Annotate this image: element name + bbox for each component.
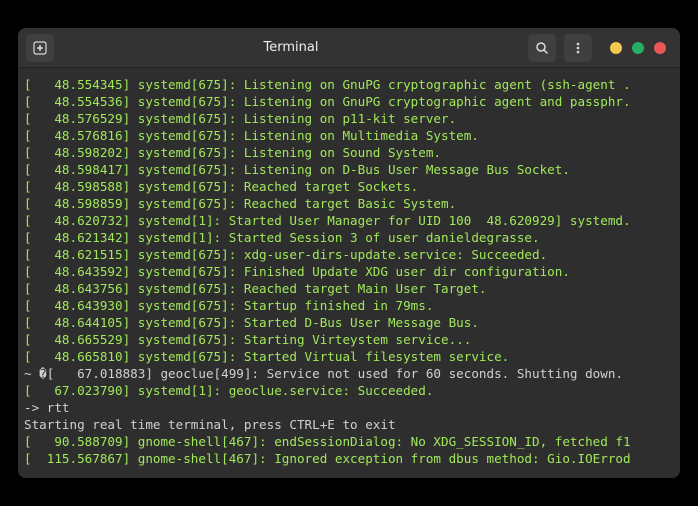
menu-icon <box>571 41 585 55</box>
search-icon <box>535 41 549 55</box>
minimize-button[interactable] <box>610 42 622 54</box>
log-line: [ 48.620732] systemd[1]: Started User Ma… <box>24 213 631 228</box>
log-line: [ 48.665810] systemd[675]: Started Virtu… <box>24 349 509 364</box>
log-line: [ 48.554536] systemd[675]: Listening on … <box>24 94 631 109</box>
terminal-output[interactable]: [ 48.554345] systemd[675]: Listening on … <box>18 68 680 478</box>
log-line: ~ �[ 67.018883] geoclue[499]: Service no… <box>24 366 623 381</box>
log-line: [ 48.598859] systemd[675]: Reached targe… <box>24 196 456 211</box>
log-line: [ 48.644105] systemd[675]: Started D-Bus… <box>24 315 479 330</box>
window-controls <box>610 42 666 54</box>
titlebar-right <box>528 34 672 62</box>
titlebar-left <box>26 34 54 62</box>
log-line: [ 48.621515] systemd[675]: xdg-user-dirs… <box>24 247 547 262</box>
titlebar: Terminal <box>18 28 680 68</box>
log-line: [ 48.598202] systemd[675]: Listening on … <box>24 145 441 160</box>
menu-button[interactable] <box>564 34 592 62</box>
log-line: [ 48.665529] systemd[675]: Starting Virt… <box>24 332 471 347</box>
log-line: [ 48.621342] systemd[1]: Started Session… <box>24 230 540 245</box>
search-button[interactable] <box>528 34 556 62</box>
log-line: [ 90.588709] gnome-shell[467]: endSessio… <box>24 434 631 449</box>
log-line: [ 48.643756] systemd[675]: Reached targe… <box>24 281 487 296</box>
log-line: [ 48.643930] systemd[675]: Startup finis… <box>24 298 433 313</box>
log-line: [ 48.598417] systemd[675]: Listening on … <box>24 162 570 177</box>
log-line: [ 48.576529] systemd[675]: Listening on … <box>24 111 456 126</box>
log-line: [ 115.567867] gnome-shell[467]: Ignored … <box>24 451 631 466</box>
new-tab-button[interactable] <box>26 34 54 62</box>
window-title: Terminal <box>54 40 528 55</box>
log-line: [ 48.598588] systemd[675]: Reached targe… <box>24 179 418 194</box>
log-line: [ 48.576816] systemd[675]: Listening on … <box>24 128 479 143</box>
close-button[interactable] <box>654 42 666 54</box>
terminal-window: Terminal [ 48.554345] s <box>18 28 680 478</box>
info-line: Starting real time terminal, press CTRL+… <box>24 417 396 432</box>
log-line: [ 48.554345] systemd[675]: Listening on … <box>24 77 631 92</box>
new-tab-icon <box>33 41 47 55</box>
log-line: [ 67.023790] systemd[1]: geoclue.service… <box>24 383 433 398</box>
log-line: [ 48.643592] systemd[675]: Finished Upda… <box>24 264 570 279</box>
maximize-button[interactable] <box>632 42 644 54</box>
command-line: -> rtt <box>24 400 70 415</box>
